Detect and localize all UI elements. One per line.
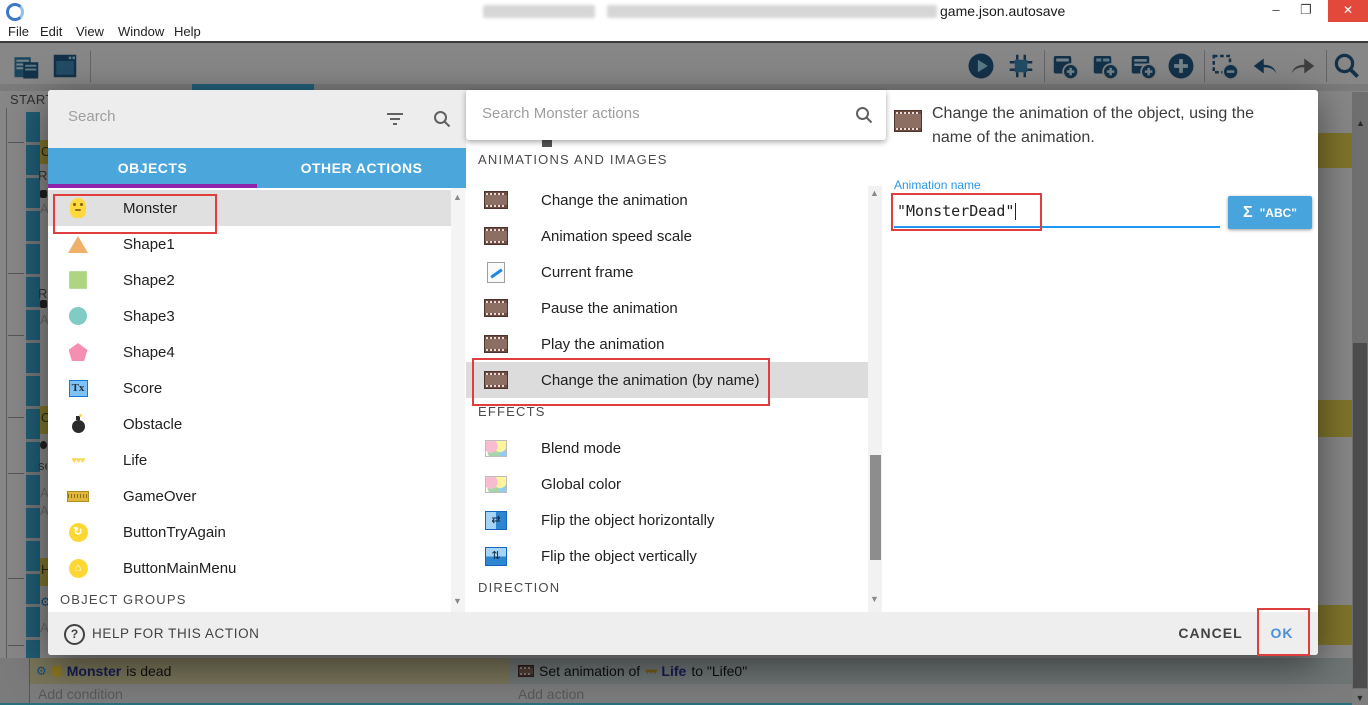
action-list-scrollbar-thumb[interactable] xyxy=(870,455,881,560)
menu-file[interactable]: File xyxy=(8,24,29,39)
blend-mode-icon xyxy=(485,440,507,457)
triangle-icon xyxy=(68,236,88,253)
object-item-life[interactable]: Life xyxy=(48,442,452,478)
bomb-icon xyxy=(72,420,85,433)
animation-icon xyxy=(484,335,508,353)
close-button[interactable]: ✕ xyxy=(1328,0,1368,22)
ok-button[interactable]: OK xyxy=(1262,612,1302,655)
animation-name-label: Animation name xyxy=(894,178,981,192)
object-item-shape3[interactable]: Shape3 xyxy=(48,298,452,334)
animation-name-value: "MonsterDead" xyxy=(897,202,1014,220)
animations-section-header: ANIMATIONS AND IMAGES xyxy=(478,152,668,167)
global-color-icon xyxy=(485,476,507,493)
menu-help[interactable]: Help xyxy=(174,24,201,39)
animation-icon xyxy=(484,299,508,317)
action-item-play-animation[interactable]: Play the animation xyxy=(466,326,868,362)
object-item-monster[interactable]: Monster xyxy=(48,190,452,226)
menu-window[interactable]: Window xyxy=(118,24,164,39)
action-item-flip-horizontally[interactable]: Flip the object horizontally xyxy=(466,502,868,538)
sigma-icon: Σ xyxy=(1243,204,1253,222)
object-item-shape1[interactable]: Shape1 xyxy=(48,226,452,262)
animation-icon xyxy=(484,371,508,389)
animation-icon xyxy=(484,191,508,209)
circle-icon xyxy=(69,307,87,325)
direction-section-header: DIRECTION xyxy=(478,580,560,595)
retry-button-icon xyxy=(69,523,88,542)
text-object-icon xyxy=(69,380,88,397)
scroll-down-icon[interactable]: ▼ xyxy=(453,596,462,606)
maximize-button[interactable]: ❐ xyxy=(1292,0,1320,22)
action-item-change-animation[interactable]: Change the animation xyxy=(466,182,868,218)
action-item-global-color[interactable]: Global color xyxy=(466,466,868,502)
square-icon xyxy=(69,271,87,289)
tab-objects[interactable]: OBJECTS xyxy=(48,148,257,188)
field-focus-underline xyxy=(894,226,1220,228)
action-item-pause-animation[interactable]: Pause the animation xyxy=(466,290,868,326)
title-bar: game.json.autosave – ❐ ✕ xyxy=(0,0,1368,22)
banner-icon xyxy=(67,491,89,502)
search-icon[interactable] xyxy=(854,105,874,125)
search-icon[interactable] xyxy=(432,109,452,129)
redacted-title-text xyxy=(483,5,595,18)
help-for-this-action-link[interactable]: HELP FOR THIS ACTION xyxy=(92,612,260,655)
action-item-current-frame[interactable]: Current frame xyxy=(466,254,868,290)
action-description: Change the animation of the object, usin… xyxy=(932,102,1292,150)
object-item-buttonmainmenu[interactable]: ButtonMainMenu xyxy=(48,550,452,586)
left-panel-tabs: OBJECTS OTHER ACTIONS xyxy=(48,148,466,188)
tab-other-actions[interactable]: OTHER ACTIONS xyxy=(257,148,466,188)
action-item-animation-speed-scale[interactable]: Animation speed scale xyxy=(466,218,868,254)
effects-section-header: EFFECTS xyxy=(478,404,546,419)
object-search-input[interactable] xyxy=(66,107,370,126)
object-item-obstacle[interactable]: Obstacle xyxy=(48,406,452,442)
object-item-shape2[interactable]: Shape2 xyxy=(48,262,452,298)
gdevelop-logo-icon xyxy=(6,3,24,21)
action-item-blend-mode[interactable]: Blend mode xyxy=(466,430,868,466)
object-list-scrollbar[interactable] xyxy=(451,188,465,612)
scroll-down-icon[interactable]: ▼ xyxy=(870,594,879,604)
cancel-button[interactable]: CANCEL xyxy=(1173,612,1248,655)
dialog-footer: ? HELP FOR THIS ACTION CANCEL OK xyxy=(48,612,1318,655)
menu-view[interactable]: View xyxy=(76,24,104,39)
text-caret xyxy=(1015,203,1016,220)
animation-icon xyxy=(484,227,508,245)
pentagon-icon xyxy=(69,343,88,361)
gdevelop-window: game.json.autosave – ❐ ✕ File Edit View … xyxy=(0,0,1368,705)
scroll-up-icon[interactable]: ▲ xyxy=(870,188,879,198)
object-item-shape4[interactable]: Shape4 xyxy=(48,334,452,370)
minimize-button[interactable]: – xyxy=(1262,0,1290,22)
active-tab-indicator xyxy=(48,184,257,188)
object-item-gameover[interactable]: GameOver xyxy=(48,478,452,514)
action-search-bar xyxy=(466,90,886,140)
redacted-path-text xyxy=(607,5,937,18)
help-icon: ? xyxy=(64,624,85,645)
animation-icon xyxy=(894,110,922,132)
cut-off-item-icon xyxy=(542,140,552,147)
scroll-up-icon[interactable]: ▲ xyxy=(453,192,462,202)
home-button-icon xyxy=(69,559,88,578)
action-item-change-animation-by-name[interactable]: Change the animation (by name) xyxy=(466,362,868,398)
filter-icon[interactable] xyxy=(385,111,405,127)
animation-name-field[interactable]: "MonsterDead" xyxy=(897,198,1016,224)
object-item-buttontryagain[interactable]: ButtonTryAgain xyxy=(48,514,452,550)
menu-edit[interactable]: Edit xyxy=(40,24,62,39)
menu-bar: File Edit View Window Help xyxy=(0,22,1368,41)
window-title: game.json.autosave xyxy=(940,3,1065,19)
hearts-icon xyxy=(71,455,84,465)
expression-editor-button[interactable]: Σ "ABC" xyxy=(1228,196,1312,229)
object-groups-header: OBJECT GROUPS xyxy=(60,592,187,607)
flip-vertical-icon xyxy=(485,547,507,566)
action-search-input[interactable] xyxy=(480,104,824,123)
object-item-score[interactable]: Score xyxy=(48,370,452,406)
flip-horizontal-icon xyxy=(485,511,507,530)
monster-icon xyxy=(70,198,86,218)
frame-edit-icon xyxy=(487,262,505,283)
object-search-bar xyxy=(48,90,466,148)
instruction-editor-dialog: OBJECTS OTHER ACTIONS Monster Shape1 Sha… xyxy=(48,90,1318,655)
action-item-flip-vertically[interactable]: Flip the object vertically xyxy=(466,538,868,574)
